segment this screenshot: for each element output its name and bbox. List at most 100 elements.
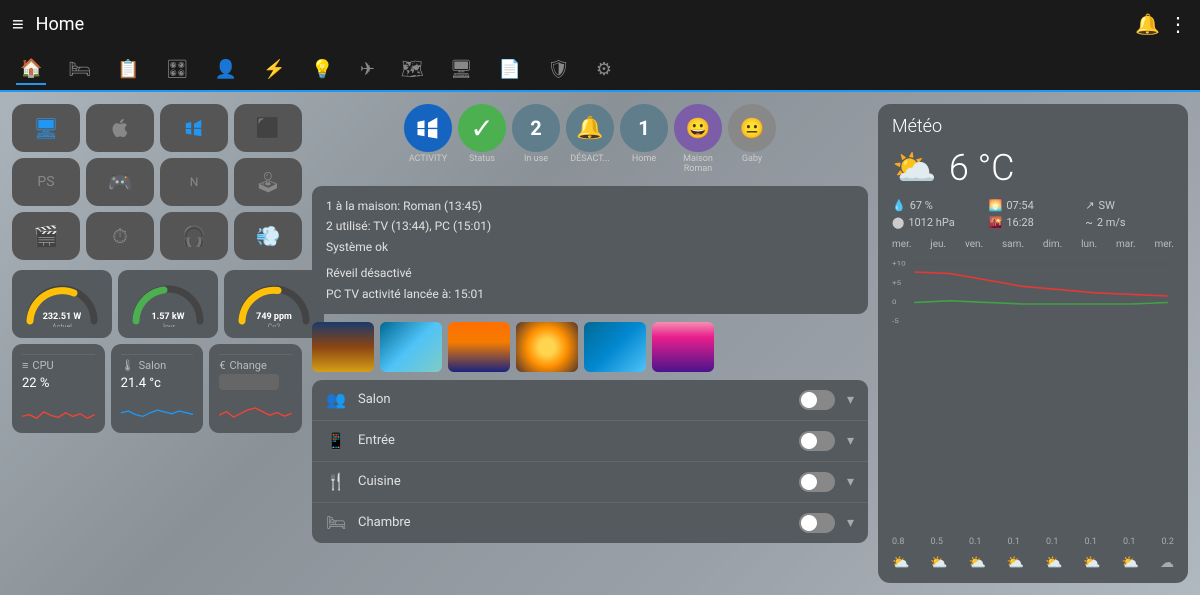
- change-title: Change: [230, 359, 267, 372]
- bubble-status[interactable]: ✓ Status: [458, 104, 506, 174]
- images-row: [312, 322, 868, 372]
- room-salon: 👥 Salon ▾: [312, 380, 868, 421]
- more-icon[interactable]: ⋮: [1168, 12, 1188, 36]
- bubble-desact[interactable]: 🔔 DÉSACT...: [566, 104, 614, 174]
- weather-chart: +10 +5 0 -5: [892, 256, 1174, 531]
- bubble-activity-label: ACTIVITY: [409, 154, 447, 164]
- cuisine-chevron[interactable]: ▾: [847, 474, 854, 490]
- device-ps[interactable]: PS: [12, 158, 80, 206]
- weather-details: 💧 67 % 🌅 07:54 ↗ SW ⬤ 1012 hPa 🌇 16:28 ~: [892, 199, 1174, 229]
- device-grid: 🖥 ⬛ PS 🎮 N 🕹 🎬 ⏱ 🎧 💨: [12, 104, 302, 260]
- prec-3: 0.1: [1008, 537, 1021, 547]
- bubble-desact-label: DÉSACT...: [570, 154, 609, 164]
- windspeed-val: 2 m/s: [1097, 216, 1126, 229]
- sunset-val: 16:28: [1006, 216, 1033, 229]
- device-apple[interactable]: [86, 104, 154, 152]
- salon-card: 🌡 Salon 21.4 °c: [111, 344, 204, 433]
- svg-text:Jour: Jour: [161, 323, 176, 327]
- metric-power: 232.51 W Actuel: [12, 270, 112, 338]
- day-1: jeu.: [930, 239, 946, 250]
- device-movie[interactable]: 🎬: [12, 212, 80, 260]
- device-headphones[interactable]: 🎧: [160, 212, 228, 260]
- ficon-5: ⛅: [1083, 555, 1100, 571]
- nav-shield[interactable]: 🛡: [543, 55, 574, 84]
- bubble-home[interactable]: 1 Home: [620, 104, 668, 174]
- svg-text:Actuel: Actuel: [52, 323, 72, 327]
- nav-home[interactable]: 🏠: [16, 54, 46, 85]
- entree-chevron[interactable]: ▾: [847, 433, 854, 449]
- nav-doc[interactable]: 📄: [495, 55, 525, 84]
- svg-text:1.57 kW: 1.57 kW: [151, 312, 184, 322]
- chambre-chevron[interactable]: ▾: [847, 515, 854, 531]
- nav-person[interactable]: 👤: [211, 55, 241, 84]
- device-gamepad[interactable]: 🕹: [234, 158, 302, 206]
- device-fan[interactable]: 💨: [234, 212, 302, 260]
- salon-chevron[interactable]: ▾: [847, 392, 854, 408]
- nav-control[interactable]: 🎛: [162, 55, 193, 84]
- bubble-roman[interactable]: 😀 MaisonRoman: [674, 104, 722, 174]
- salon-toggle[interactable]: [799, 390, 835, 410]
- forecast-vals: 0.8 0.5 0.1 0.1 0.1 0.1 0.1 0.2: [892, 537, 1174, 547]
- chambre-toggle[interactable]: [799, 513, 835, 533]
- euro-icon: €: [219, 359, 225, 372]
- prec-1: 0.5: [931, 537, 944, 547]
- weather-main: ⛅ 6 °C: [892, 147, 1174, 189]
- device-monitor[interactable]: 🖥: [12, 104, 80, 152]
- salon-icon: 👥: [326, 390, 346, 409]
- sunrise-icon: 🌅: [989, 199, 1003, 212]
- weather-icon: ⛅: [892, 147, 937, 189]
- bubble-status-label: Status: [469, 154, 495, 164]
- cuisine-toggle[interactable]: [799, 472, 835, 492]
- metric-co2: 749 ppm Co2: [224, 270, 324, 338]
- nav-screen[interactable]: 🖥: [446, 55, 477, 84]
- nav-map[interactable]: 🗺: [397, 55, 428, 84]
- entree-toggle[interactable]: [799, 431, 835, 451]
- info-line2: 2 utilisé: TV (13:44), PC (15:01): [326, 216, 854, 236]
- day-2: ven.: [965, 239, 983, 250]
- thumb-3[interactable]: [448, 322, 510, 372]
- nav-bed[interactable]: 🛏: [64, 55, 95, 84]
- info-line5: PC TV activité lancée à: 15:01: [326, 284, 854, 304]
- windspeed-icon: ~: [1085, 216, 1092, 229]
- device-square[interactable]: ⬛: [234, 104, 302, 152]
- thumb-1[interactable]: [312, 322, 374, 372]
- gauge-metrics: 232.51 W Actuel 1.57 kW Jour: [12, 270, 302, 338]
- nav-bolt[interactable]: ⚡: [259, 55, 289, 84]
- svg-text:232.51 W: 232.51 W: [43, 312, 82, 322]
- nav-list[interactable]: 📋: [113, 55, 143, 84]
- thumb-5[interactable]: [584, 322, 646, 372]
- device-clock[interactable]: ⏱: [86, 212, 154, 260]
- bubble-activity[interactable]: ACTIVITY: [404, 104, 452, 174]
- info-card: 1 à la maison: Roman (13:45) 2 utilisé: …: [312, 186, 868, 314]
- bubble-inuse[interactable]: 2 In use: [512, 104, 560, 174]
- cpu-card: ≡ CPU 22 %: [12, 344, 105, 433]
- cpu-value: 22 %: [22, 374, 95, 393]
- status-row: ACTIVITY ✓ Status 2 In use 🔔 DÉSACT... 1…: [312, 104, 868, 174]
- pressure-icon: ⬤: [892, 216, 904, 229]
- chambre-name: Chambre: [358, 515, 787, 530]
- ficon-1: ⛅: [930, 555, 947, 571]
- nav-bulb[interactable]: 💡: [307, 55, 337, 84]
- salon-title: Salon: [139, 359, 167, 372]
- bubble-home-label: Home: [632, 154, 656, 164]
- left-panel: 🖥 ⬛ PS 🎮 N 🕹 🎬 ⏱ 🎧 💨: [12, 104, 302, 583]
- ficon-6: ⛅: [1122, 555, 1139, 571]
- svg-text:-5: -5: [892, 317, 899, 325]
- notification-icon[interactable]: 🔔: [1135, 12, 1160, 36]
- menu-icon[interactable]: ≡: [12, 12, 24, 37]
- device-nintendo[interactable]: N: [160, 158, 228, 206]
- center-panel: ACTIVITY ✓ Status 2 In use 🔔 DÉSACT... 1…: [312, 104, 868, 583]
- pressure-val: 1012 hPa: [908, 216, 954, 229]
- prec-0: 0.8: [892, 537, 905, 547]
- bubble-gaby[interactable]: 😐 Gaby: [728, 104, 776, 174]
- nav-settings[interactable]: ⚙: [592, 55, 616, 84]
- prec-7: 0.2: [1162, 537, 1175, 547]
- device-windows[interactable]: [160, 104, 228, 152]
- device-xbox[interactable]: 🎮: [86, 158, 154, 206]
- detail-cards: ≡ CPU 22 % 🌡 Salon 21.4 °c: [12, 344, 302, 433]
- thumb-6[interactable]: [652, 322, 714, 372]
- thumb-2[interactable]: [380, 322, 442, 372]
- bubble-roman-label: MaisonRoman: [683, 154, 713, 174]
- thumb-4[interactable]: [516, 322, 578, 372]
- nav-plane[interactable]: ✈: [356, 55, 379, 84]
